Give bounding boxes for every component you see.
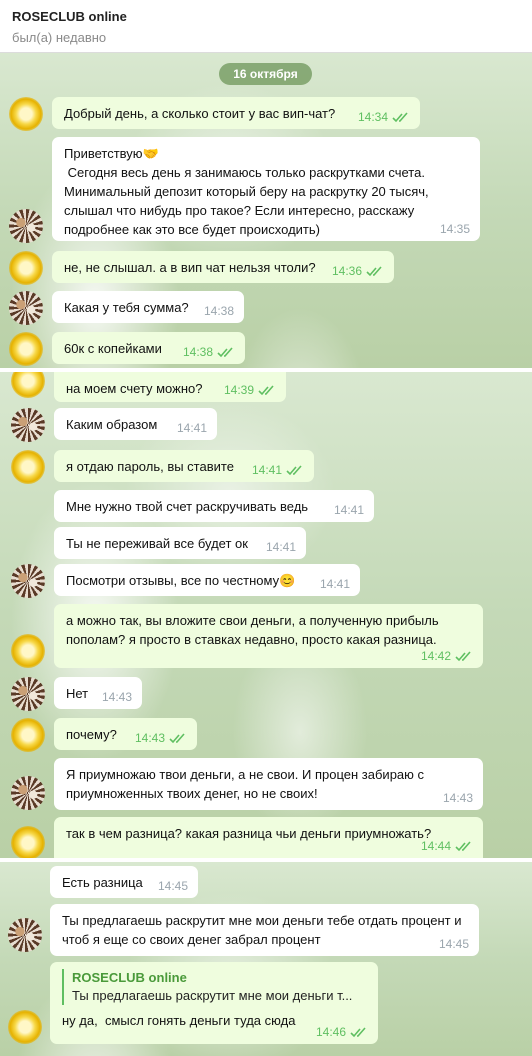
message-time: 14:43 bbox=[101, 690, 132, 704]
message-time: 14:41 bbox=[176, 421, 207, 435]
chat-area-segment-1: 16 октября Добрый день, а сколько стоит … bbox=[0, 53, 532, 368]
double-check-icon bbox=[217, 346, 233, 357]
chat-area-segment-3: Есть разница 14:45 Ты предлагаешь раскру… bbox=[0, 862, 532, 1056]
sun-avatar[interactable] bbox=[8, 1010, 42, 1044]
flower-avatar[interactable] bbox=[8, 918, 42, 952]
sun-avatar[interactable] bbox=[11, 718, 45, 752]
message-text: Я приумножаю твои деньги, а не свои. И п… bbox=[66, 767, 428, 801]
double-check-icon bbox=[258, 384, 274, 395]
message-time: 14:36 bbox=[331, 264, 362, 278]
message-bubble[interactable]: Нет 14:43 bbox=[54, 677, 142, 709]
flower-avatar[interactable] bbox=[9, 291, 43, 325]
sun-avatar[interactable] bbox=[11, 634, 45, 668]
double-check-icon bbox=[455, 840, 471, 851]
flower-avatar[interactable] bbox=[11, 408, 45, 442]
message-time: 14:42 bbox=[420, 649, 451, 663]
message-time: 14:41 bbox=[265, 540, 296, 554]
message-bubble[interactable]: Каким образом 14:41 bbox=[54, 408, 217, 440]
message-bubble[interactable]: Какая у тебя сумма? 14:38 bbox=[52, 291, 244, 323]
message-bubble[interactable]: Я приумножаю твои деньги, а не свои. И п… bbox=[54, 758, 483, 810]
message-time: 14:35 bbox=[439, 222, 470, 236]
message-text: Приветствую🤝 Сегодня весь день я занимаю… bbox=[64, 146, 429, 237]
message-time: 14:45 bbox=[157, 879, 188, 893]
reply-author: ROSECLUB online bbox=[72, 970, 187, 985]
message-time: 14:43 bbox=[134, 731, 165, 745]
message-text: а можно так, вы вложите свои деньги, а п… bbox=[66, 613, 443, 647]
message-bubble[interactable]: а можно так, вы вложите свои деньги, а п… bbox=[54, 604, 483, 668]
last-seen-status: был(а) недавно bbox=[12, 30, 107, 45]
message-bubble[interactable]: Ты не переживай все будет ок 14:41 bbox=[54, 527, 306, 559]
flower-avatar[interactable] bbox=[11, 776, 45, 810]
double-check-icon bbox=[392, 111, 408, 122]
message-bubble[interactable]: 60к с копейками 14:38 bbox=[52, 332, 245, 364]
double-check-icon bbox=[350, 1026, 366, 1037]
message-time: 14:46 bbox=[315, 1025, 346, 1039]
message-time: 14:38 bbox=[203, 304, 234, 318]
chat-title[interactable]: ROSECLUB online bbox=[12, 9, 127, 24]
message-bubble[interactable]: на моем счету можно? 14:39 bbox=[54, 372, 286, 402]
message-text: Посмотри отзывы, все по честному😊 bbox=[66, 573, 296, 588]
message-bubble[interactable]: Посмотри отзывы, все по честному😊 14:41 bbox=[54, 564, 360, 596]
message-time: 14:38 bbox=[182, 345, 213, 359]
message-bubble[interactable]: Есть разница 14:45 bbox=[50, 866, 198, 898]
message-text: Ты предлагаешь раскрутит мне мои деньги … bbox=[62, 913, 466, 947]
message-time: 14:41 bbox=[251, 463, 282, 477]
message-text: Добрый день, а сколько стоит у вас вип-ч… bbox=[64, 106, 336, 121]
message-time: 14:39 bbox=[223, 383, 254, 397]
chat-area-segment-2: на моем счету можно? 14:39 Каким образом… bbox=[0, 372, 532, 858]
flower-avatar[interactable] bbox=[11, 564, 45, 598]
message-bubble[interactable]: я отдаю пароль, вы ставите 14:41 bbox=[54, 450, 314, 482]
message-bubble[interactable]: почему? 14:43 bbox=[54, 718, 197, 750]
message-text: Мне нужно твой счет раскручивать ведь bbox=[66, 499, 309, 514]
message-bubble[interactable]: ROSECLUB online Ты предлагаешь раскрутит… bbox=[50, 962, 378, 1044]
message-time: 14:34 bbox=[357, 110, 388, 124]
double-check-icon bbox=[366, 265, 382, 276]
reply-text: Ты предлагаешь раскрутит мне мои деньги … bbox=[72, 988, 353, 1003]
message-text: так в чем разница? какая разница чьи ден… bbox=[66, 826, 432, 841]
sun-avatar[interactable] bbox=[11, 450, 45, 484]
sun-avatar[interactable] bbox=[11, 826, 45, 858]
sun-avatar[interactable] bbox=[9, 251, 43, 285]
sun-avatar[interactable] bbox=[9, 332, 43, 366]
message-bubble[interactable]: не, не слышал. а в вип чат нельзя чтоли?… bbox=[52, 251, 394, 283]
message-bubble[interactable]: так в чем разница? какая разница чьи ден… bbox=[54, 817, 483, 858]
message-bubble[interactable]: Добрый день, а сколько стоит у вас вип-ч… bbox=[52, 97, 420, 129]
message-text: Ты не переживай все будет ок bbox=[66, 536, 248, 551]
double-check-icon bbox=[455, 650, 471, 661]
double-check-icon bbox=[286, 464, 302, 475]
message-bubble[interactable]: Мне нужно твой счет раскручивать ведь 14… bbox=[54, 490, 374, 522]
flower-avatar[interactable] bbox=[9, 209, 43, 243]
reply-quote[interactable]: ROSECLUB online Ты предлагаешь раскрутит… bbox=[62, 969, 366, 1005]
message-bubble[interactable]: Приветствую🤝 Сегодня весь день я занимаю… bbox=[52, 137, 480, 241]
message-time: 14:45 bbox=[438, 937, 469, 951]
date-separator: 16 октября bbox=[219, 63, 312, 85]
message-time: 14:43 bbox=[442, 791, 473, 805]
sun-avatar[interactable] bbox=[9, 97, 43, 131]
chat-header[interactable]: ROSECLUB online был(а) недавно bbox=[0, 0, 532, 53]
double-check-icon bbox=[169, 732, 185, 743]
message-time: 14:44 bbox=[420, 839, 451, 853]
message-bubble[interactable]: Ты предлагаешь раскрутит мне мои деньги … bbox=[50, 904, 479, 956]
flower-avatar[interactable] bbox=[11, 677, 45, 711]
message-time: 14:41 bbox=[319, 577, 350, 591]
message-time: 14:41 bbox=[333, 503, 364, 517]
